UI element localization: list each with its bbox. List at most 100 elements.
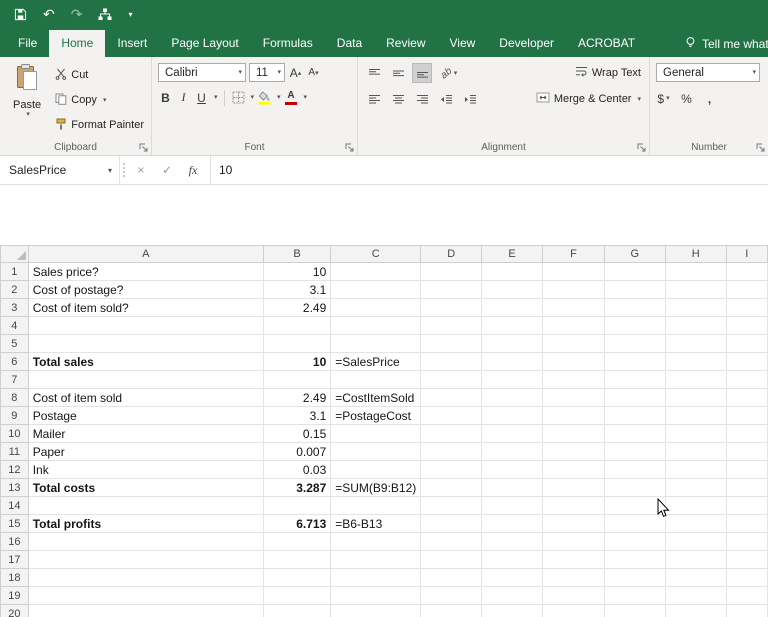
tab-home[interactable]: Home: [49, 30, 106, 57]
cell-A10[interactable]: Mailer: [28, 424, 264, 443]
cell-G6[interactable]: [604, 352, 666, 371]
cell-H1[interactable]: [665, 262, 727, 281]
cell-F7[interactable]: [542, 370, 605, 389]
formula-bar-drag-handle[interactable]: [123, 163, 125, 177]
cell-D1[interactable]: [420, 262, 483, 281]
cell-H17[interactable]: [665, 550, 727, 569]
cell-B11[interactable]: 0.007: [263, 442, 332, 461]
cell-E5[interactable]: [481, 334, 544, 353]
cell-B6[interactable]: 10: [263, 352, 332, 371]
tab-review[interactable]: Review: [374, 30, 437, 57]
row-header-9[interactable]: 9: [0, 406, 29, 425]
cell-B3[interactable]: 2.49: [263, 298, 332, 317]
cell-A19[interactable]: [28, 586, 264, 605]
top-align-icon[interactable]: [364, 63, 384, 83]
cell-D12[interactable]: [420, 460, 483, 479]
cell-G3[interactable]: [604, 298, 666, 317]
cell-C16[interactable]: [330, 532, 422, 551]
cell-E17[interactable]: [481, 550, 544, 569]
cell-G16[interactable]: [604, 532, 666, 551]
cell-B5[interactable]: [263, 334, 332, 353]
row-header-18[interactable]: 18: [0, 568, 29, 587]
cell-I15[interactable]: [726, 514, 768, 533]
cell-E4[interactable]: [481, 316, 544, 335]
cell-C13[interactable]: =SUM(B9:B12): [330, 478, 422, 497]
cell-G13[interactable]: [604, 478, 666, 497]
cell-D4[interactable]: [420, 316, 483, 335]
row-header-13[interactable]: 13: [0, 478, 29, 497]
cell-B7[interactable]: [263, 370, 332, 389]
alignment-dialog-launcher-icon[interactable]: [637, 143, 646, 152]
cell-E20[interactable]: [481, 604, 544, 617]
cell-F2[interactable]: [542, 280, 605, 299]
cell-E10[interactable]: [481, 424, 544, 443]
comma-style-button[interactable]: ,: [702, 89, 717, 108]
cell-D8[interactable]: [420, 388, 483, 407]
cell-F19[interactable]: [542, 586, 605, 605]
row-header-4[interactable]: 4: [0, 316, 29, 335]
cell-B18[interactable]: [263, 568, 332, 587]
cell-H4[interactable]: [665, 316, 727, 335]
tab-acrobat[interactable]: ACROBAT: [566, 30, 647, 57]
cell-A3[interactable]: Cost of item sold?: [28, 298, 264, 317]
cell-B16[interactable]: [263, 532, 332, 551]
row-header-16[interactable]: 16: [0, 532, 29, 551]
cell-B2[interactable]: 3.1: [263, 280, 332, 299]
cell-A4[interactable]: [28, 316, 264, 335]
cell-E19[interactable]: [481, 586, 544, 605]
row-header-17[interactable]: 17: [0, 550, 29, 569]
cell-E9[interactable]: [481, 406, 544, 425]
tab-insert[interactable]: Insert: [105, 30, 159, 57]
paste-dropdown-icon[interactable]: ▾: [26, 111, 30, 118]
copy-dropdown-icon[interactable]: ▾: [103, 97, 107, 104]
cell-F4[interactable]: [542, 316, 605, 335]
cell-E16[interactable]: [481, 532, 544, 551]
column-header-F[interactable]: F: [542, 245, 605, 263]
cell-I11[interactable]: [726, 442, 768, 461]
row-header-5[interactable]: 5: [0, 334, 29, 353]
wrap-text-button[interactable]: Wrap Text: [575, 66, 641, 80]
cell-C17[interactable]: [330, 550, 422, 569]
column-header-H[interactable]: H: [664, 245, 727, 263]
bottom-align-icon[interactable]: [412, 63, 432, 83]
cell-D10[interactable]: [420, 424, 483, 443]
font-size-select[interactable]: 11 ▾: [249, 63, 285, 82]
cell-I18[interactable]: [726, 568, 768, 587]
column-header-B[interactable]: B: [262, 245, 332, 263]
tab-page-layout[interactable]: Page Layout: [159, 30, 250, 57]
cell-G7[interactable]: [604, 370, 666, 389]
cell-I17[interactable]: [726, 550, 768, 569]
cell-G2[interactable]: [604, 280, 666, 299]
cell-C4[interactable]: [330, 316, 422, 335]
cell-B9[interactable]: 3.1: [263, 406, 332, 425]
cell-B20[interactable]: [263, 604, 332, 617]
cell-B12[interactable]: 0.03: [263, 460, 332, 479]
borders-icon[interactable]: [231, 88, 246, 107]
column-header-G[interactable]: G: [603, 245, 666, 263]
align-right-icon[interactable]: [412, 89, 432, 109]
cell-A5[interactable]: [28, 334, 264, 353]
cell-E1[interactable]: [481, 262, 544, 281]
cell-D20[interactable]: [420, 604, 483, 617]
tab-data[interactable]: Data: [325, 30, 374, 57]
cell-E11[interactable]: [481, 442, 544, 461]
cell-A9[interactable]: Postage: [28, 406, 264, 425]
qat-customize-dropdown-icon[interactable]: ▾: [128, 10, 132, 19]
cell-E6[interactable]: [481, 352, 544, 371]
insert-function-button[interactable]: fx: [180, 163, 206, 178]
font-color-dropdown-icon[interactable]: ▾: [304, 94, 308, 101]
tab-file[interactable]: File: [6, 30, 49, 57]
number-format-select[interactable]: General ▾: [656, 63, 760, 82]
cell-I13[interactable]: [726, 478, 768, 497]
cell-D2[interactable]: [420, 280, 483, 299]
cell-A7[interactable]: [28, 370, 264, 389]
enter-icon[interactable]: ✓: [154, 163, 180, 177]
cell-C8[interactable]: =CostItemSold: [330, 388, 422, 407]
cell-H5[interactable]: [665, 334, 727, 353]
cell-F11[interactable]: [542, 442, 605, 461]
cell-A13[interactable]: Total costs: [28, 478, 264, 497]
cell-A17[interactable]: [28, 550, 264, 569]
cell-B17[interactable]: [263, 550, 332, 569]
cell-D13[interactable]: [420, 478, 483, 497]
cell-B4[interactable]: [263, 316, 332, 335]
